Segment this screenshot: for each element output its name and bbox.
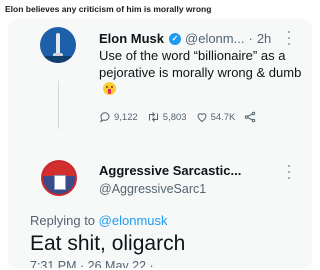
author-name[interactable]: Aggressive Sarcastic... xyxy=(99,163,241,178)
share-icon xyxy=(245,111,256,123)
post-title: Elon believes any criticism of him is mo… xyxy=(5,4,212,14)
card-icon xyxy=(54,175,66,190)
mention-link[interactable]: @elonmusk xyxy=(99,213,168,228)
verified-badge-icon: ✓ xyxy=(169,32,182,45)
like-count: 54.7K xyxy=(210,111,236,123)
replying-prefix: Replying to xyxy=(30,213,96,228)
tweet-body: Use of the word “billionaire” as a pejor… xyxy=(99,48,302,80)
author-row: Aggressive Sarcastic... xyxy=(99,163,241,178)
tweet-text: Eat shit, oligarch xyxy=(30,232,186,255)
retweet-button[interactable]: 5,803 xyxy=(147,111,187,123)
author-handle[interactable]: @elonm... xyxy=(185,31,244,46)
reply-icon xyxy=(100,112,110,123)
tweet-time[interactable]: 2h xyxy=(257,31,271,46)
tongue-out-face-icon xyxy=(103,82,116,95)
author-handle[interactable]: @AggressiveSarc1 xyxy=(99,182,206,196)
original-tweet[interactable]: Elon Musk ✓ @elonm... · 2h Use of the wo… xyxy=(8,19,312,132)
separator-dot: · xyxy=(248,31,253,46)
like-button[interactable]: 54.7K xyxy=(196,111,236,123)
heart-icon xyxy=(197,113,207,123)
author-row: Elon Musk ✓ @elonm... · 2h xyxy=(99,31,271,46)
more-options-icon[interactable] xyxy=(288,31,292,45)
reply-button[interactable]: 9,122 xyxy=(99,111,138,123)
avatar[interactable] xyxy=(41,160,77,196)
share-button[interactable] xyxy=(244,111,259,123)
tweet-screenshot: Elon Musk ✓ @elonm... · 2h Use of the wo… xyxy=(8,19,312,268)
reply-tweet[interactable]: Aggressive Sarcastic... @AggressiveSarc1… xyxy=(8,132,312,268)
more-options-icon[interactable] xyxy=(288,165,292,179)
retweet-icon xyxy=(148,112,158,122)
tweet-timestamp[interactable]: 7:31 PM · 26 May 22 · xyxy=(30,259,154,268)
replying-to: Replying to @elonmusk xyxy=(30,213,168,228)
reply-count: 9,122 xyxy=(114,111,138,123)
avatar[interactable] xyxy=(40,27,76,63)
tweet-actions: 9,122 5,803 54.7K xyxy=(99,111,268,123)
thread-line xyxy=(58,81,59,129)
tweet-text: Use of the word “billionaire” as a pejor… xyxy=(99,48,304,98)
retweet-count: 5,803 xyxy=(162,111,187,123)
author-name[interactable]: Elon Musk xyxy=(99,31,164,46)
